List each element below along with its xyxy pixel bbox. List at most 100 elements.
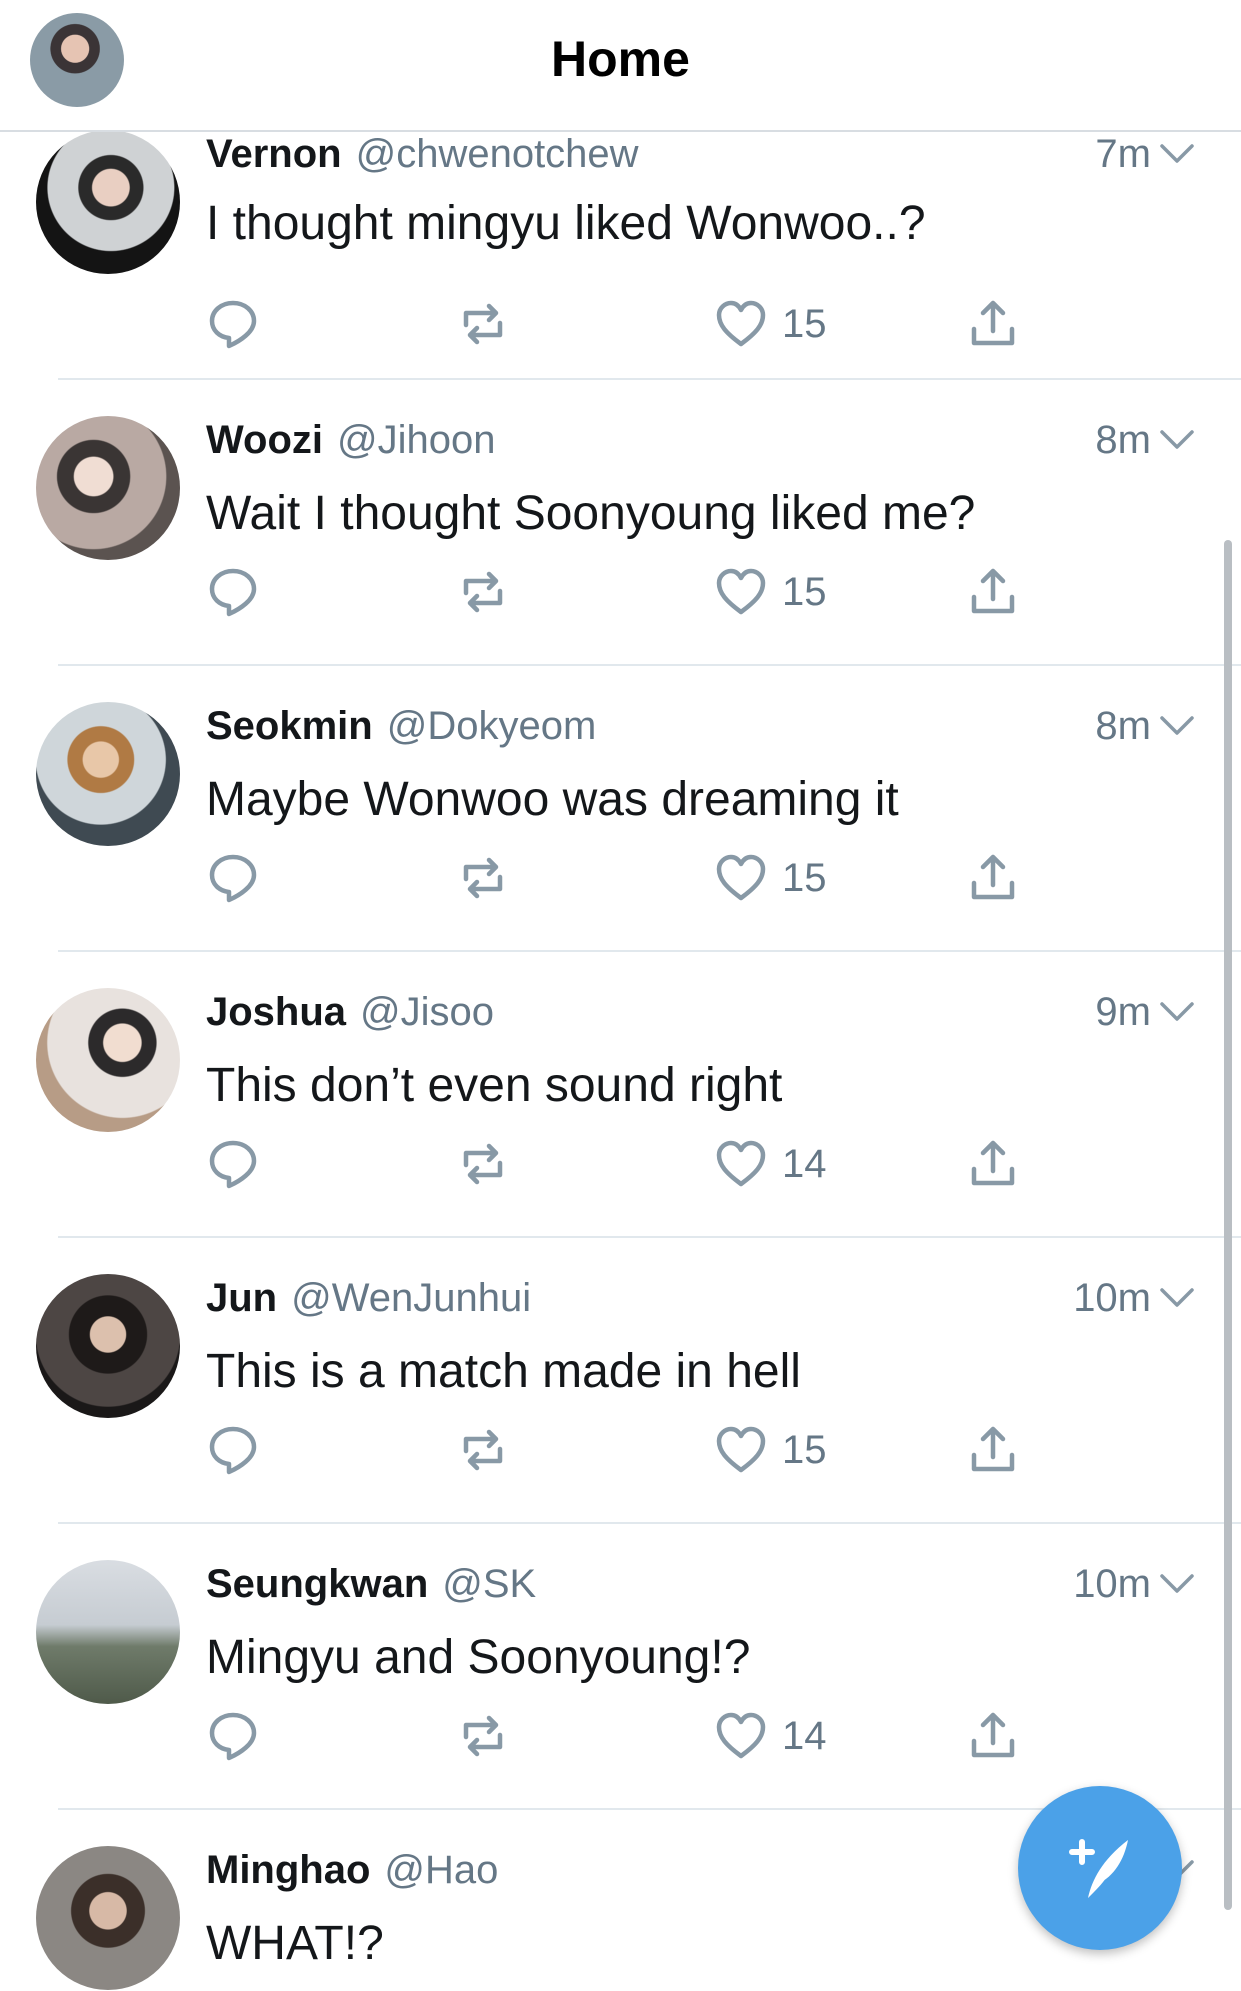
retweet-button[interactable] <box>456 850 510 906</box>
share-button[interactable] <box>966 1422 1020 1478</box>
display-name: Joshua <box>206 990 347 1034</box>
reply-button[interactable] <box>206 850 260 906</box>
retweet-button[interactable] <box>456 1708 510 1764</box>
share-button[interactable] <box>966 296 1020 352</box>
heart-icon <box>716 1426 766 1473</box>
reply-button[interactable] <box>206 564 260 620</box>
share-icon <box>971 1140 1015 1186</box>
avatar[interactable] <box>36 1846 180 1990</box>
timestamp: 8m <box>1095 704 1151 748</box>
reply-icon <box>209 1140 257 1189</box>
retweet-button[interactable] <box>456 296 510 352</box>
tweet-author[interactable]: Jun @WenJunhui <box>206 1274 531 1322</box>
avatar[interactable] <box>36 1274 180 1418</box>
tweet[interactable]: Woozi @Jihoon 8m Wait I thought Soonyoung… <box>0 416 1241 702</box>
share-icon <box>971 300 1015 346</box>
share-button[interactable] <box>966 850 1020 906</box>
like-count: 15 <box>782 1427 827 1472</box>
heart-icon <box>716 854 766 901</box>
tweet-author[interactable]: Seokmin @Dokyeom <box>206 702 596 750</box>
tweet-divider <box>58 664 1241 666</box>
tweet-author[interactable]: Minghao @Hao <box>206 1846 498 1894</box>
user-handle: @Hao <box>384 1848 499 1892</box>
reply-icon <box>209 300 257 349</box>
retweet-icon <box>463 1429 503 1471</box>
share-button[interactable] <box>966 1708 1020 1764</box>
like-button[interactable]: 15 <box>714 564 827 620</box>
user-handle: @Dokyeom <box>386 704 597 748</box>
display-name: Woozi <box>206 418 324 462</box>
timestamp: 8m <box>1095 418 1151 462</box>
chevron-down-icon[interactable] <box>1159 712 1195 740</box>
retweet-button[interactable] <box>456 1422 510 1478</box>
tweet-divider <box>58 1522 1241 1524</box>
share-button[interactable] <box>966 564 1020 620</box>
like-count: 15 <box>782 855 827 900</box>
avatar[interactable] <box>36 130 180 274</box>
tweet-author[interactable]: Joshua @Jisoo <box>206 988 494 1036</box>
tweet-divider <box>58 378 1241 380</box>
chevron-down-icon[interactable] <box>1159 140 1195 168</box>
retweet-icon <box>463 1715 503 1757</box>
user-handle: @Jihoon <box>337 418 496 462</box>
tweet[interactable]: Jun @WenJunhui 10m This is a match made i… <box>0 1274 1241 1560</box>
timestamp: 10m <box>1073 1562 1151 1606</box>
reply-icon <box>209 568 257 617</box>
user-handle: @WenJunhui <box>291 1276 532 1320</box>
tweet-actions: 15 <box>206 296 1036 352</box>
like-button[interactable]: 14 <box>714 1708 827 1764</box>
compose-tweet-button[interactable] <box>1018 1786 1182 1950</box>
retweet-button[interactable] <box>456 564 510 620</box>
tweet-text: Maybe Wonwoo was dreaming it <box>206 773 899 826</box>
reply-button[interactable] <box>206 1422 260 1478</box>
avatar[interactable] <box>36 988 180 1132</box>
share-icon <box>971 1426 1015 1472</box>
tweet-author[interactable]: Seungkwan @SK <box>206 1560 536 1608</box>
display-name: Seungkwan <box>206 1562 429 1606</box>
like-button[interactable]: 14 <box>714 1136 827 1192</box>
chevron-down-icon[interactable] <box>1159 1284 1195 1312</box>
tweet-actions: 15 <box>206 564 1036 620</box>
retweet-button[interactable] <box>456 1136 510 1192</box>
tweet[interactable]: Seokmin @Dokyeom 8m Maybe Wonwoo was drea… <box>0 702 1241 988</box>
reply-button[interactable] <box>206 1708 260 1764</box>
display-name: Jun <box>206 1276 278 1320</box>
retweet-icon <box>463 857 503 899</box>
tweet-author[interactable]: Vernon @chwenotchew <box>206 130 639 178</box>
tweet-text: This don’t even sound right <box>206 1059 783 1112</box>
tweet-text: Wait I thought Soonyoung liked me? <box>206 487 976 540</box>
user-handle: @chwenotchew <box>355 132 639 176</box>
like-count: 14 <box>782 1713 827 1758</box>
heart-icon <box>716 1140 766 1187</box>
share-button[interactable] <box>966 1136 1020 1192</box>
page-title: Home <box>551 31 690 87</box>
reply-button[interactable] <box>206 1136 260 1192</box>
like-button[interactable]: 15 <box>714 296 827 352</box>
app-header: Home <box>0 0 1241 132</box>
tweet-divider <box>58 1236 1241 1238</box>
reply-icon <box>209 1426 257 1475</box>
avatar[interactable] <box>36 1560 180 1704</box>
timestamp: 9m <box>1095 990 1151 1034</box>
tweet-author[interactable]: Woozi @Jihoon <box>206 416 496 464</box>
like-button[interactable]: 15 <box>714 850 827 906</box>
tweet[interactable]: Joshua @Jisoo 9m This don’t even sound ri… <box>0 988 1241 1274</box>
tweet[interactable]: Vernon @chwenotchew 7m I thought mingyu l… <box>0 130 1241 416</box>
chevron-down-icon[interactable] <box>1159 426 1195 454</box>
tweet-text: I thought mingyu liked Wonwoo..? <box>206 197 926 250</box>
compose-tweet-icon <box>1069 1839 1128 1898</box>
chevron-down-icon[interactable] <box>1159 998 1195 1026</box>
avatar[interactable] <box>36 702 180 846</box>
tweet-actions: 15 <box>206 1422 1036 1478</box>
avatar[interactable] <box>36 416 180 560</box>
scrollbar[interactable] <box>1224 540 1232 1910</box>
like-button[interactable]: 15 <box>714 1422 827 1478</box>
heart-icon <box>716 568 766 615</box>
reply-icon <box>209 1712 257 1761</box>
retweet-icon <box>463 1143 503 1185</box>
display-name: Vernon <box>206 132 342 176</box>
chevron-down-icon[interactable] <box>1159 1570 1195 1598</box>
reply-button[interactable] <box>206 296 260 352</box>
share-icon <box>971 854 1015 900</box>
retweet-icon <box>463 571 503 613</box>
